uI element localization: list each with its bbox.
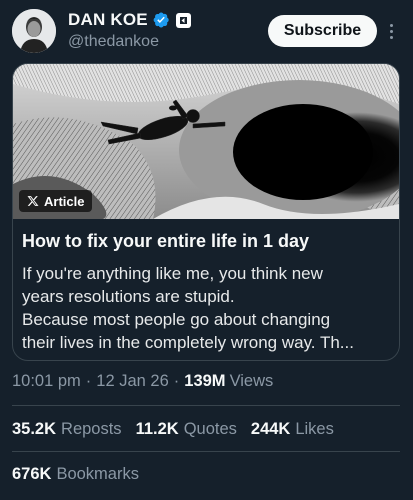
x-logo-icon <box>27 196 39 206</box>
article-excerpt-line: years resolutions are stupid. <box>22 287 235 306</box>
engagement-stats: 35.2K Reposts 11.2K Quotes 244K Likes <box>12 420 334 439</box>
subscribe-button[interactable]: Subscribe <box>268 15 377 47</box>
bookmarks-count: 676K <box>12 465 52 483</box>
avatar-portrait-icon <box>12 9 56 53</box>
bookmarks-label: Bookmarks <box>56 465 139 483</box>
article-title: How to fix your entire life in 1 day <box>22 231 310 251</box>
tweet-metadata: 10:01 pm · 12 Jan 26 · 139M Views <box>12 372 273 391</box>
article-badge: Article <box>19 190 93 212</box>
author-handle[interactable]: @thedankoe <box>68 33 159 51</box>
quotes-label: Quotes <box>183 420 237 438</box>
affiliate-badge-icon <box>175 12 191 28</box>
likes-stat[interactable]: 244K Likes <box>251 420 334 439</box>
separator-dot: · <box>85 372 92 390</box>
article-card[interactable]: Article How to fix your entire life in 1… <box>12 63 400 361</box>
article-excerpt-line: their lives in the completely wrong way.… <box>22 333 354 352</box>
post-date[interactable]: 12 Jan 26 <box>96 372 168 391</box>
bookmarks-stat[interactable]: 676K Bookmarks <box>12 465 139 484</box>
quotes-stat[interactable]: 11.2K Quotes <box>136 420 237 439</box>
avatar[interactable] <box>12 9 56 53</box>
likes-count: 244K <box>250 420 291 438</box>
author-name-row: DAN KOE <box>68 10 191 30</box>
verified-badge-icon <box>153 12 169 28</box>
post-time[interactable]: 10:01 pm <box>12 372 81 391</box>
views-count: 139M <box>184 372 226 390</box>
reposts-label: Reposts <box>61 420 122 438</box>
article-excerpt-line: Because most people go about changing <box>22 310 331 329</box>
views-label: Views <box>229 372 274 390</box>
divider <box>12 451 400 452</box>
divider <box>12 405 400 406</box>
article-excerpt-line: If you're anything like me, you think ne… <box>22 264 323 283</box>
likes-label: Likes <box>295 420 334 438</box>
article-badge-label: Article <box>44 193 85 209</box>
separator-dot: · <box>173 372 180 390</box>
article-excerpt: If you're anything like me, you think ne… <box>22 262 394 354</box>
reposts-count: 35.2K <box>12 420 57 438</box>
tweet-header: DAN KOE @thedankoe Subscribe <box>0 0 413 62</box>
quotes-count: 11.2K <box>135 420 179 438</box>
more-vertical-icon[interactable] <box>383 18 399 44</box>
author-name[interactable]: DAN KOE <box>68 10 148 30</box>
reposts-stat[interactable]: 35.2K Reposts <box>12 420 122 439</box>
